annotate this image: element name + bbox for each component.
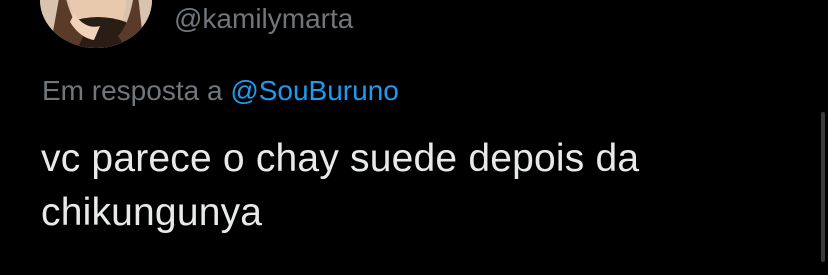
reply-context: Em resposta a @SouBuruno (42, 73, 399, 109)
reply-prefix: Em resposta a (42, 75, 223, 106)
tweet-text: vc parece o chay suede depois da chikung… (41, 137, 640, 234)
reply-mention-link[interactable]: @SouBuruno (230, 75, 399, 106)
author-avatar[interactable] (40, 0, 152, 48)
author-handle[interactable]: @kamilymarta (174, 2, 353, 36)
scrollbar-thumb[interactable] (821, 112, 825, 262)
